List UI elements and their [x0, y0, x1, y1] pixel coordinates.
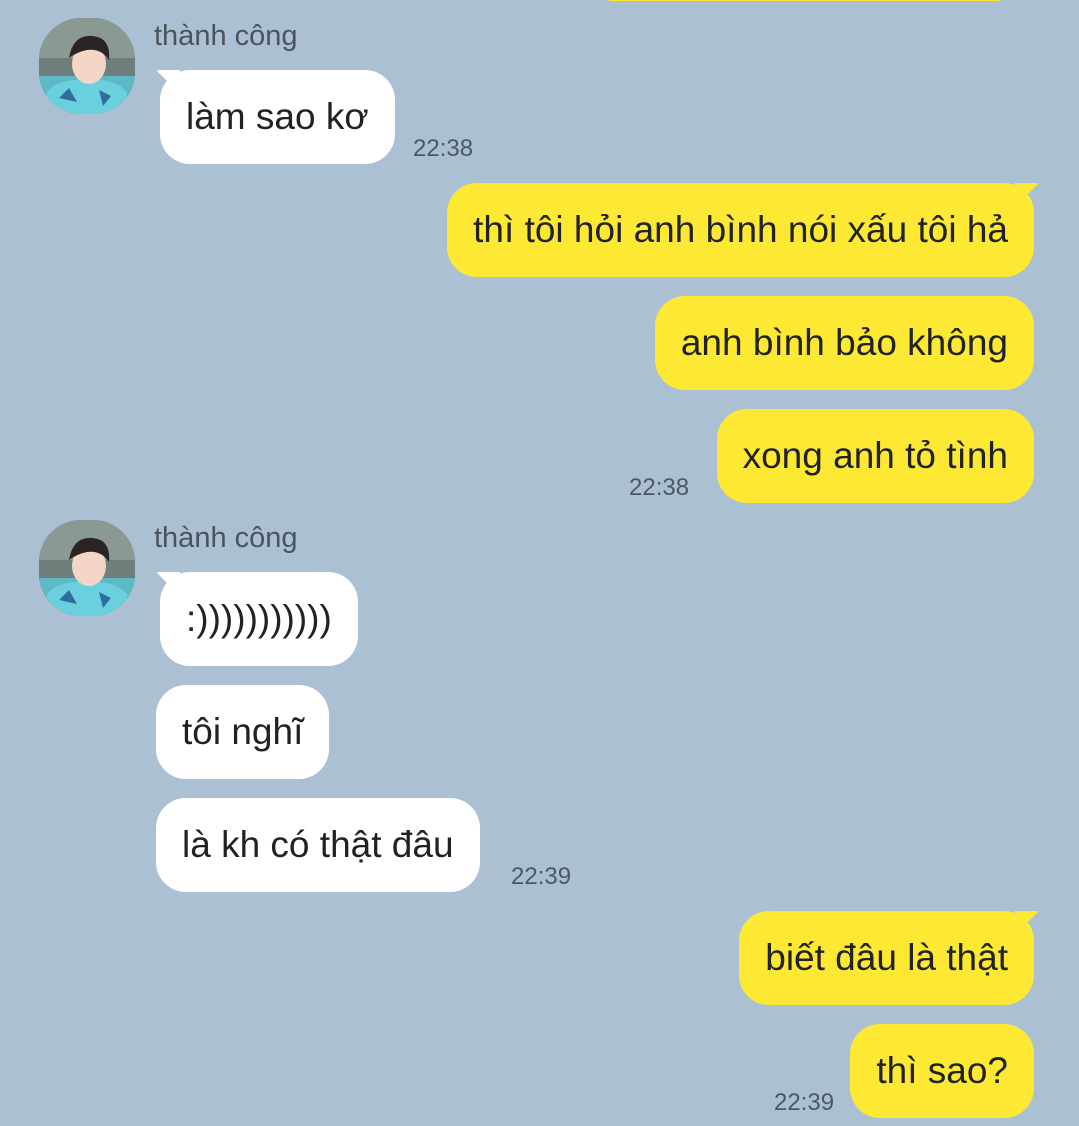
outgoing-message-bubble[interactable]: thì sao? — [850, 1024, 1034, 1118]
message-timestamp: 22:38 — [413, 135, 474, 162]
incoming-message-bubble[interactable]: :))))))))))) — [160, 572, 358, 666]
avatar-photo-icon — [39, 18, 135, 114]
sender-name: thành công — [154, 20, 298, 52]
message-timestamp: 22:38 — [629, 474, 690, 501]
outgoing-message-bubble[interactable]: thì tôi hỏi anh bình nói xấu tôi hả — [447, 183, 1034, 277]
message-timestamp: 22:39 — [774, 1089, 835, 1116]
outgoing-message-bubble[interactable]: anh bình bảo không — [654, 296, 1034, 390]
message-timestamp: 22:39 — [511, 863, 572, 890]
contact-avatar[interactable] — [39, 520, 135, 616]
incoming-message-bubble[interactable]: làm sao kơ — [160, 70, 395, 164]
sender-name: thành công — [154, 522, 298, 554]
contact-avatar[interactable] — [39, 18, 135, 114]
outgoing-message-bubble[interactable]: biết đâu là thật — [739, 911, 1034, 1005]
incoming-message-bubble[interactable]: là kh có thật đâu — [156, 798, 480, 892]
outgoing-message-bubble[interactable]: xong anh tỏ tình — [716, 409, 1034, 503]
previous-outgoing-bubble-edge[interactable] — [603, 0, 1006, 1]
incoming-message-bubble[interactable]: tôi nghĩ — [156, 685, 330, 779]
avatar-photo-icon — [39, 520, 135, 616]
